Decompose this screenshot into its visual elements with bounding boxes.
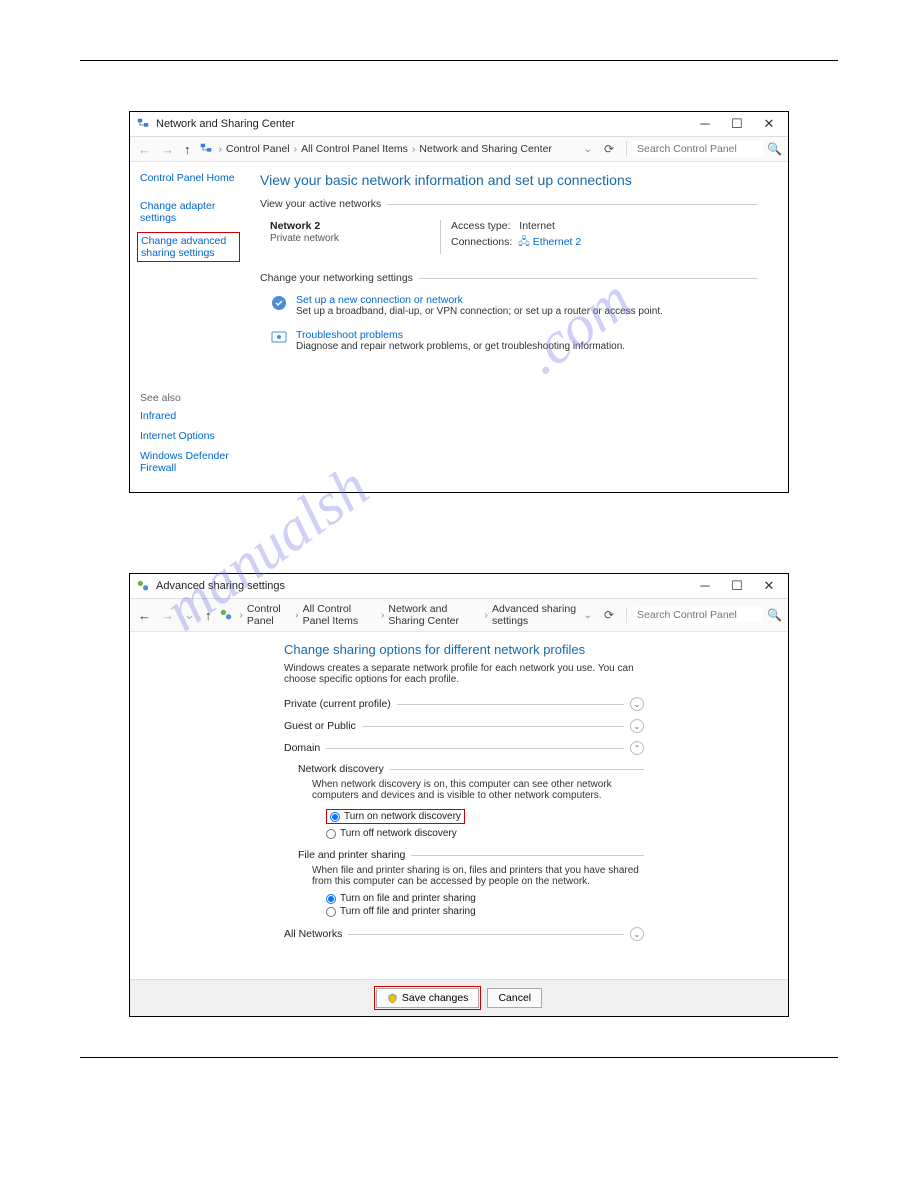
window-network-sharing-center: Network and Sharing Center ─ ☐ ✕ ← → ↑ ›… <box>129 111 789 493</box>
page-rule-top <box>80 60 838 61</box>
file-sharing-desc: When file and printer sharing is on, fil… <box>298 865 644 887</box>
change-settings-label: Change your networking settings <box>260 272 758 284</box>
titlebar: Network and Sharing Center ─ ☐ ✕ <box>130 112 788 137</box>
close-button[interactable]: ✕ <box>756 578 782 594</box>
access-type-value: Internet <box>519 220 555 232</box>
profile-private[interactable]: Private (current profile) ⌄ <box>284 697 644 711</box>
setup-connection-icon <box>270 294 288 312</box>
network-discovery-heading: Network discovery <box>298 763 644 775</box>
forward-button[interactable]: → <box>159 608 176 623</box>
sidebar-change-advanced-sharing[interactable]: Change advanced sharing settings <box>137 232 240 262</box>
network-breadcrumb-icon <box>199 142 213 156</box>
breadcrumb[interactable]: › Control Panel › All Control Panel Item… <box>239 603 577 627</box>
search-icon: 🔍 <box>767 608 782 622</box>
maximize-button[interactable]: ☐ <box>724 578 750 594</box>
titlebar: Advanced sharing settings ─ ☐ ✕ <box>130 574 788 599</box>
network-icon <box>136 117 150 131</box>
troubleshoot-icon <box>270 329 288 347</box>
network-name: Network 2 <box>270 220 320 232</box>
window-title: Network and Sharing Center <box>156 118 692 130</box>
breadcrumb-item[interactable]: All Control Panel Items <box>301 143 408 155</box>
see-also-infrared[interactable]: Infrared <box>140 410 237 422</box>
window-advanced-sharing: Advanced sharing settings ─ ☐ ✕ ← → ⌄ ↑ … <box>129 573 789 1017</box>
save-changes-button[interactable]: Save changes <box>376 988 480 1008</box>
ethernet-icon: 🖧 <box>518 236 530 248</box>
troubleshoot-desc: Diagnose and repair network problems, or… <box>296 341 625 352</box>
up-button[interactable]: ↑ <box>203 608 214 623</box>
search-input[interactable] <box>633 607 763 623</box>
search-icon: 🔍 <box>767 142 782 156</box>
main-panel: View your basic network information and … <box>245 162 788 492</box>
minimize-button[interactable]: ─ <box>692 116 718 132</box>
sidebar-control-panel-home[interactable]: Control Panel Home <box>140 172 237 184</box>
breadcrumb[interactable]: › Control Panel › All Control Panel Item… <box>219 143 578 155</box>
see-also-heading: See also <box>140 392 237 404</box>
sidebar: Control Panel Home Change adapter settin… <box>130 162 245 492</box>
profile-domain[interactable]: Domain ⌃ <box>284 741 644 755</box>
chevron-down-icon: ⌄ <box>630 927 644 941</box>
radio-turn-on-discovery[interactable]: Turn on network discovery <box>326 809 465 824</box>
see-also-firewall[interactable]: Windows Defender Firewall <box>140 450 237 474</box>
network-breadcrumb-icon <box>219 608 233 622</box>
network-type: Private network <box>270 233 339 244</box>
window-title: Advanced sharing settings <box>156 580 692 592</box>
search-input[interactable] <box>633 141 763 157</box>
maximize-button[interactable]: ☐ <box>724 116 750 132</box>
troubleshoot-link[interactable]: Troubleshoot problems <box>296 329 625 341</box>
page-rule-bottom <box>80 1057 838 1058</box>
dialog-footer: Save changes Cancel <box>130 979 788 1016</box>
file-sharing-heading: File and printer sharing <box>298 849 644 861</box>
radio-turn-off-file-sharing[interactable]: Turn off file and printer sharing <box>326 906 644 917</box>
address-bar: ← → ⌄ ↑ › Control Panel › All Control Pa… <box>130 599 788 632</box>
chevron-up-icon: ⌃ <box>630 741 644 755</box>
setup-connection-desc: Set up a broadband, dial-up, or VPN conn… <box>296 306 663 317</box>
chevron-down-icon: ⌄ <box>630 697 644 711</box>
recent-button[interactable]: ⌄ <box>182 607 197 623</box>
breadcrumb-item[interactable]: Advanced sharing settings <box>492 603 578 627</box>
network-discovery-desc: When network discovery is on, this compu… <box>298 779 644 801</box>
connection-link[interactable]: Ethernet 2 <box>533 236 581 248</box>
page-title: View your basic network information and … <box>260 172 758 188</box>
refresh-button[interactable]: ⟳ <box>598 142 620 156</box>
breadcrumb-item[interactable]: Network and Sharing Center <box>388 603 480 627</box>
cancel-button[interactable]: Cancel <box>487 988 542 1008</box>
active-networks-label: View your active networks <box>260 198 758 210</box>
breadcrumb-item[interactable]: Control Panel <box>247 603 291 627</box>
back-button[interactable]: ← <box>136 608 153 623</box>
dropdown-icon[interactable]: ⌄ <box>584 144 592 155</box>
breadcrumb-item[interactable]: Network and Sharing Center <box>419 143 552 155</box>
dropdown-icon[interactable]: ⌄ <box>584 610 592 621</box>
address-bar: ← → ↑ › Control Panel › All Control Pane… <box>130 137 788 162</box>
breadcrumb-item[interactable]: All Control Panel Items <box>303 603 377 627</box>
breadcrumb-item[interactable]: Control Panel <box>226 143 290 155</box>
page-desc: Windows creates a separate network profi… <box>284 663 644 685</box>
close-button[interactable]: ✕ <box>756 116 782 132</box>
radio-turn-off-discovery[interactable]: Turn off network discovery <box>326 828 644 839</box>
up-button[interactable]: ↑ <box>182 142 193 157</box>
shield-icon <box>387 993 398 1004</box>
setup-connection-link[interactable]: Set up a new connection or network <box>296 294 663 306</box>
profile-guest[interactable]: Guest or Public ⌄ <box>284 719 644 733</box>
refresh-button[interactable]: ⟳ <box>598 608 620 622</box>
profile-all-networks[interactable]: All Networks ⌄ <box>284 927 644 941</box>
forward-button[interactable]: → <box>159 142 176 157</box>
sidebar-change-adapter[interactable]: Change adapter settings <box>140 200 237 224</box>
chevron-down-icon: ⌄ <box>630 719 644 733</box>
network-icon <box>136 579 150 593</box>
radio-turn-on-file-sharing[interactable]: Turn on file and printer sharing <box>326 893 644 904</box>
see-also-internet-options[interactable]: Internet Options <box>140 430 237 442</box>
back-button[interactable]: ← <box>136 142 153 157</box>
page-title: Change sharing options for different net… <box>284 642 644 657</box>
minimize-button[interactable]: ─ <box>692 578 718 594</box>
